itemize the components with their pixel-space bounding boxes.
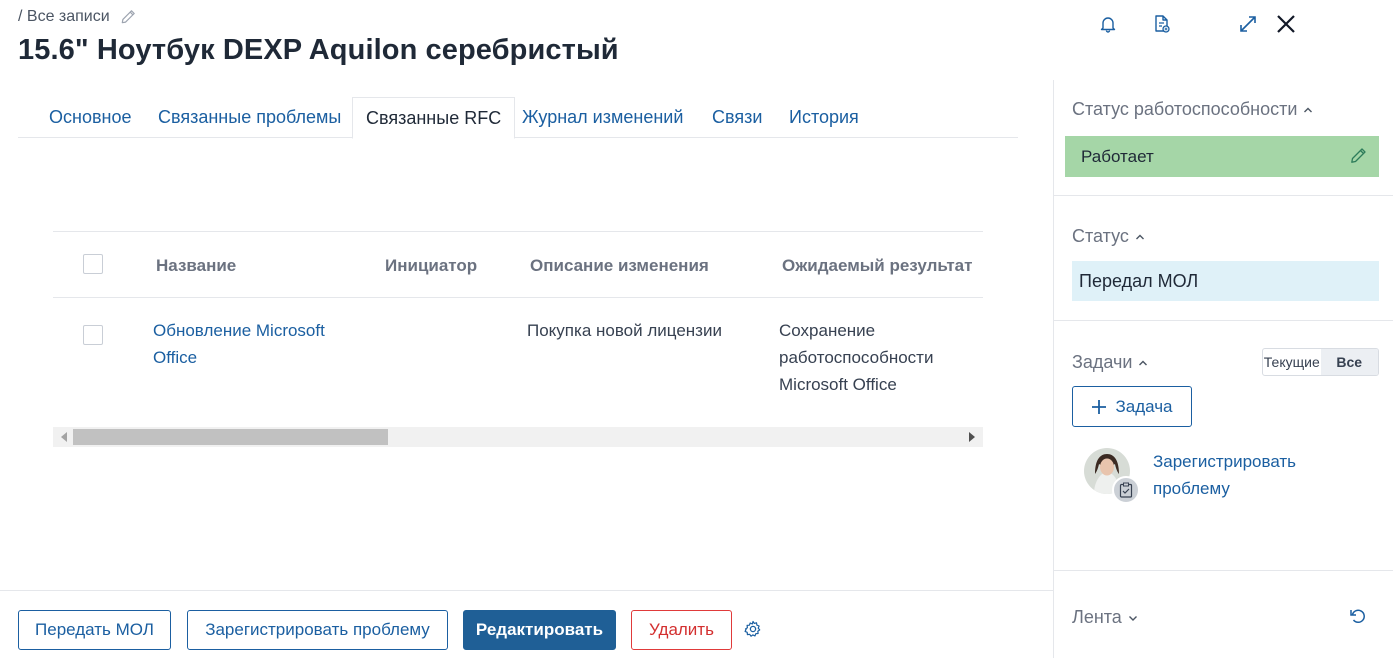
chevron-up-icon (1139, 360, 1148, 365)
divider (1054, 320, 1393, 321)
breadcrumb-link[interactable]: / Все записи (18, 8, 110, 26)
breadcrumb: / Все записи (18, 8, 136, 26)
scroll-right-arrow-icon[interactable] (969, 432, 975, 442)
tab-change-log[interactable]: Журнал изменений (522, 97, 683, 138)
tab-history[interactable]: История (789, 97, 859, 138)
filter-all[interactable]: Все (1320, 349, 1378, 375)
column-header-description[interactable]: Описание изменения (530, 256, 709, 276)
task-link-line: Зарегистрировать (1153, 452, 1297, 471)
health-status-badge: Работает (1065, 136, 1379, 177)
refresh-icon[interactable] (1348, 606, 1368, 626)
result-line: Microsoft Office (779, 375, 897, 394)
table-row[interactable]: Обновление Microsoft Office Покупка ново… (53, 298, 983, 428)
transfer-mol-button[interactable]: Передать МОЛ (18, 610, 171, 650)
divider (1054, 195, 1393, 196)
scroll-left-arrow-icon[interactable] (61, 432, 67, 442)
table-header: Название Инициатор Описание изменения Ож… (53, 231, 983, 298)
column-header-expected-result[interactable]: Ожидаемый результат (782, 256, 972, 276)
horizontal-scrollbar[interactable] (53, 427, 983, 447)
column-header-name[interactable]: Название (156, 256, 236, 276)
action-footer: Передать МОЛ Зарегистрировать проблему Р… (0, 590, 1053, 658)
add-task-label: Задача (1115, 396, 1173, 416)
tasks-section-title: Задачи (1072, 352, 1133, 372)
status-section-toggle[interactable]: Статус (1072, 226, 1145, 247)
task-link[interactable]: Зарегистрировать проблему (1153, 448, 1353, 502)
result-line: работоспособности (779, 348, 934, 367)
rfc-description: Покупка новой лицензии (527, 321, 722, 340)
status-section-title: Статус (1072, 226, 1129, 246)
edit-pencil-icon[interactable] (1349, 147, 1367, 165)
status-badge: Передал МОЛ (1072, 261, 1379, 301)
document-icon[interactable] (1150, 12, 1174, 36)
feed-section-toggle[interactable]: Лента (1072, 607, 1138, 628)
gear-icon[interactable] (743, 619, 763, 639)
task-link-line: проблему (1153, 479, 1230, 498)
close-icon[interactable] (1274, 12, 1298, 36)
filter-current[interactable]: Текущие (1263, 349, 1321, 375)
rfc-name-link[interactable]: Обновление Microsoft Office (153, 317, 325, 371)
result-line: Сохранение (779, 321, 876, 340)
health-section-toggle[interactable]: Статус работоспособности (1072, 99, 1313, 120)
tab-bar: Основное Связанные проблемы Связанные RF… (18, 97, 1018, 139)
chevron-down-icon (1128, 615, 1137, 621)
column-header-initiator[interactable]: Инициатор (385, 256, 477, 276)
clipboard-icon (1112, 476, 1140, 504)
add-task-button[interactable]: Задача (1072, 386, 1192, 427)
rfc-table: Название Инициатор Описание изменения Ож… (53, 231, 983, 428)
rfc-name-line: Office (153, 348, 198, 367)
health-section-title: Статус работоспособности (1072, 99, 1298, 119)
edit-pencil-icon[interactable] (120, 9, 136, 25)
tasks-section-toggle[interactable]: Задачи (1072, 352, 1148, 373)
header-actions (1093, 10, 1393, 38)
chevron-up-icon (1135, 234, 1144, 239)
page-title: 15.6" Ноутбук DEXP Aquilon серебристый (18, 34, 619, 66)
health-status-value: Работает (1081, 147, 1154, 166)
tab-links[interactable]: Связи (712, 97, 762, 138)
expand-icon[interactable] (1236, 12, 1260, 36)
tab-related-problems[interactable]: Связанные проблемы (158, 97, 341, 138)
tab-main[interactable]: Основное (49, 97, 131, 138)
delete-button[interactable]: Удалить (631, 610, 732, 650)
rfc-name-line: Обновление Microsoft (153, 321, 325, 340)
tasks-filter-toggle: Текущие Все (1262, 348, 1379, 376)
feed-section-title: Лента (1072, 607, 1122, 627)
divider (1054, 570, 1393, 571)
scrollbar-thumb[interactable] (73, 429, 388, 445)
bell-icon[interactable] (1096, 12, 1120, 36)
edit-button[interactable]: Редактировать (463, 610, 616, 650)
right-sidebar: Статус работоспособности Работает Статус… (1053, 80, 1393, 658)
tab-related-rfc[interactable]: Связанные RFC (352, 97, 516, 139)
plus-icon (1092, 399, 1107, 414)
rfc-expected-result: Сохранение работоспособности Microsoft O… (779, 317, 933, 398)
chevron-up-icon (1304, 107, 1313, 112)
row-checkbox[interactable] (83, 325, 103, 345)
select-all-checkbox[interactable] (83, 254, 103, 274)
register-problem-button[interactable]: Зарегистрировать проблему (187, 610, 448, 650)
